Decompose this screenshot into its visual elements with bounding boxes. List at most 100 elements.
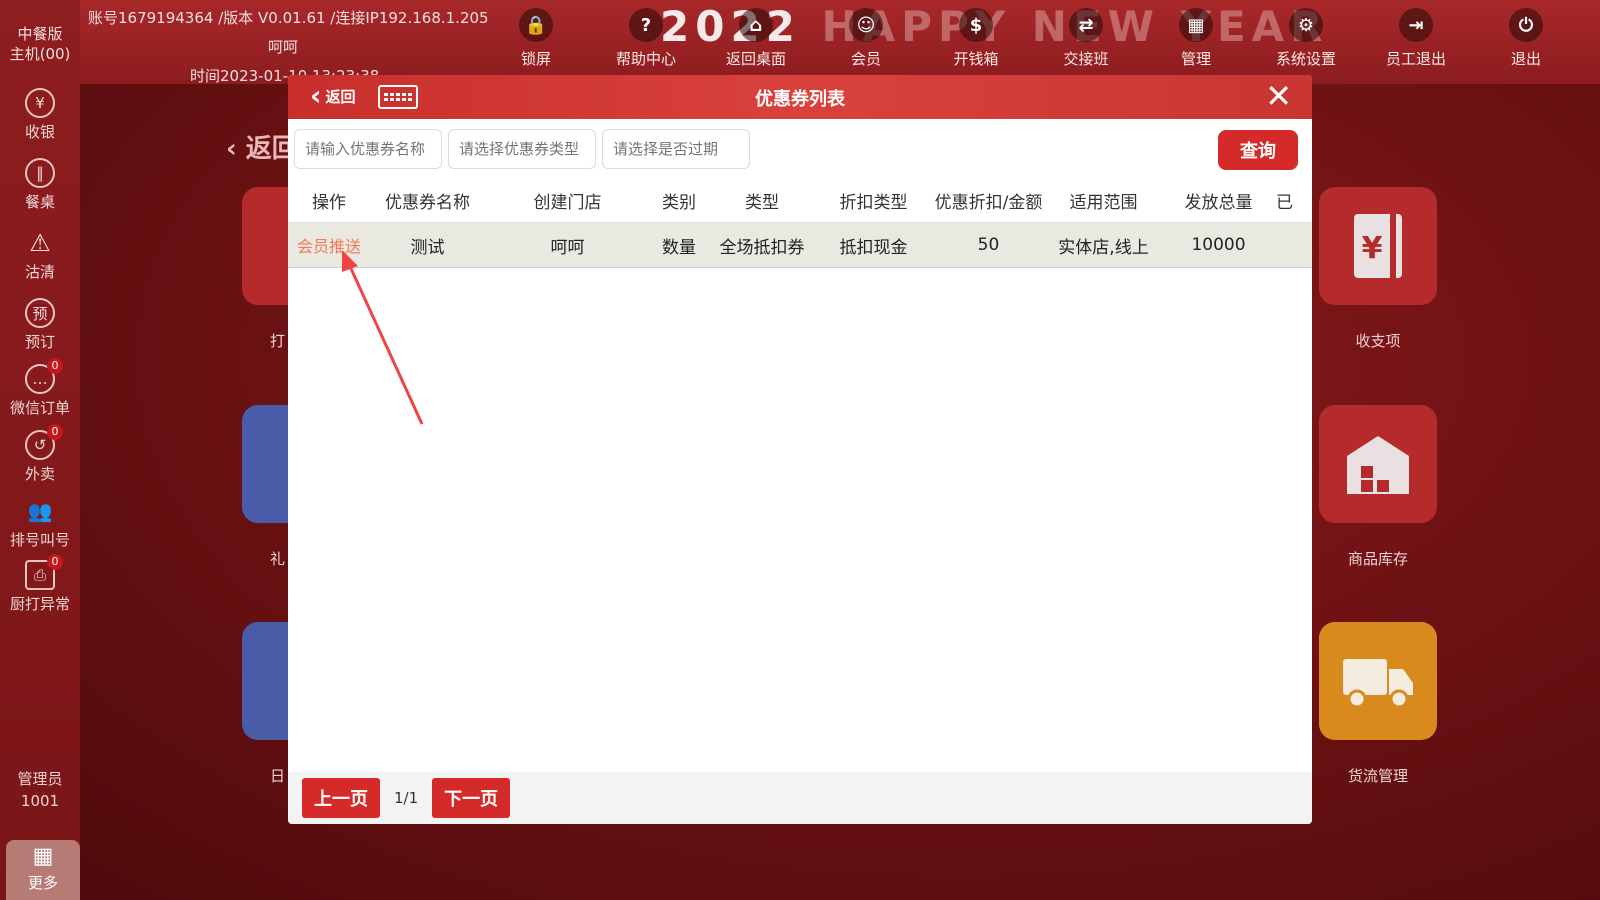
logout-icon: ⇥: [1399, 8, 1433, 42]
column-header: 折扣类型: [816, 179, 931, 224]
member-icon: ☺: [849, 8, 883, 42]
sidebar-item-label: 微信订单: [9, 399, 70, 417]
truck-icon: [1343, 659, 1413, 709]
shift-icon: ⇄: [1069, 8, 1103, 42]
sidebar-item-label: 预订: [24, 333, 55, 351]
nav-desktop[interactable]: ⌂ 返回桌面: [711, 8, 801, 69]
column-header: 类别: [650, 179, 708, 224]
filter-bar: 查询: [288, 119, 1312, 179]
tile-income-expense[interactable]: ¥: [1319, 187, 1437, 305]
coupon-table: 操作 优惠券名称 创建门店 类别 类型 折扣类型 优惠折扣/金额 适用范围 发放…: [288, 179, 1312, 268]
settings-icon: ⚙: [1289, 8, 1323, 42]
nav-label: 员工退出: [1385, 50, 1446, 68]
sidebar-item-label: 收银: [24, 123, 55, 141]
modal-title: 优惠券列表: [755, 89, 845, 110]
nav-label: 帮助中心: [615, 50, 676, 68]
pagination: 上一页 1/1 下一页: [288, 772, 1312, 824]
table-row: 会员推送 测试 呵呵 数量 全场抵扣券 抵扣现金 50 实体店,线上 10000: [288, 223, 1312, 268]
lock-icon: 🔒: [519, 8, 553, 42]
wechat-badge: 0: [47, 358, 63, 374]
store-name: 呵呵: [267, 38, 298, 56]
cell-type: 全场抵扣券: [708, 223, 816, 268]
svg-text:¥: ¥: [1362, 231, 1383, 266]
column-header: 适用范围: [1046, 179, 1161, 224]
ledger-icon: ¥: [1354, 214, 1402, 278]
admin-info: 管理员 1001: [0, 768, 80, 812]
close-icon[interactable]: ✕: [1265, 79, 1292, 113]
sidebar-item-kitchen-error[interactable]: ⎙ 0 厨打异常: [0, 554, 80, 614]
cell-store: 呵呵: [485, 223, 650, 268]
nav-label: 退出: [1510, 50, 1541, 68]
query-button[interactable]: 查询: [1218, 130, 1298, 170]
warning-icon: ⚠: [29, 229, 51, 257]
sidebar-item-wechat-orders[interactable]: … 0 微信订单: [0, 358, 80, 418]
cell-total: 10000: [1161, 223, 1276, 268]
cell-category: 数量: [650, 223, 708, 268]
sidebar-item-label: 沽清: [24, 263, 55, 281]
expired-select[interactable]: [602, 129, 750, 169]
nav-label: 管理: [1180, 50, 1211, 68]
nav-exit[interactable]: ⏻ 退出: [1481, 8, 1571, 69]
column-header: 创建门店: [485, 179, 650, 224]
table-header-row: 操作 优惠券名称 创建门店 类别 类型 折扣类型 优惠折扣/金额 适用范围 发放…: [288, 179, 1312, 224]
nav-cashbox[interactable]: $ 开钱箱: [931, 8, 1021, 69]
column-header: 操作: [288, 179, 370, 224]
sidebar-item-cashier[interactable]: ¥ 收银: [0, 88, 80, 142]
tile-logistics[interactable]: [1319, 622, 1437, 740]
sidebar-item-queue[interactable]: 👥 排号叫号: [0, 496, 80, 550]
sidebar-item-label: 外卖: [24, 465, 55, 483]
queue-icon: 👥: [27, 499, 53, 523]
kitchen-badge: 0: [47, 554, 63, 570]
sidebar-item-label: 排号叫号: [9, 531, 70, 549]
nav-shift[interactable]: ⇄ 交接班: [1041, 8, 1131, 69]
tableware-icon: ‖: [25, 158, 55, 188]
admin-id: 1001: [20, 792, 60, 810]
modal-header: ‹ 返回 优惠券列表 ✕: [288, 75, 1312, 119]
coupon-type-select[interactable]: [448, 129, 596, 169]
account-info: 账号1679194364 /版本 V0.01.61 /连接IP192.168.1…: [88, 9, 489, 27]
sidebar-item-delivery[interactable]: ↺ 0 外卖: [0, 424, 80, 484]
column-header: 优惠折扣/金额: [931, 179, 1046, 224]
nav-staff-logout[interactable]: ⇥ 员工退出: [1371, 8, 1461, 69]
help-icon: ?: [629, 8, 663, 42]
warehouse-icon: [1347, 436, 1409, 494]
column-header: 优惠券名称: [370, 179, 485, 224]
nav-label: 返回桌面: [725, 50, 786, 68]
tile-inventory[interactable]: [1319, 405, 1437, 523]
nav-settings[interactable]: ⚙ 系统设置: [1261, 8, 1351, 69]
nav-label: 交接班: [1063, 50, 1109, 68]
column-header: 发放总量: [1161, 179, 1276, 224]
printer-icon: ⎙ 0: [25, 554, 63, 590]
power-icon: ⏻: [1509, 8, 1543, 42]
nav-member[interactable]: ☺ 会员: [821, 8, 911, 69]
tile-label: 收支项: [1355, 332, 1401, 350]
admin-role: 管理员: [17, 770, 63, 788]
reserve-icon: 预: [25, 298, 55, 328]
next-page-button[interactable]: 下一页: [432, 778, 511, 818]
coupon-list-modal: ‹ 返回 优惠券列表 ✕ 查询 操作 优惠券名称 创建门店 类别 类型 折扣类型: [288, 75, 1312, 824]
delivery-icon: ↺ 0: [25, 424, 63, 460]
sidebar-item-label: 厨打异常: [9, 595, 70, 613]
yen-icon: ¥: [25, 88, 55, 118]
brand-edition: 中餐版: [17, 25, 63, 43]
cell-amount: 50: [931, 223, 1046, 268]
more-button[interactable]: ▦ 更多: [6, 840, 80, 900]
top-bar: 账号1679194364 /版本 V0.01.61 /连接IP192.168.1…: [80, 0, 1600, 85]
cell-discount-type: 抵扣现金: [816, 223, 931, 268]
nav-help[interactable]: ? 帮助中心: [601, 8, 691, 69]
coupon-name-input[interactable]: [294, 129, 442, 169]
cell-coupon-name: 测试: [370, 223, 485, 268]
member-push-link[interactable]: 会员推送: [288, 223, 370, 268]
more-label: 更多: [27, 874, 58, 892]
delivery-badge: 0: [47, 424, 63, 440]
sidebar-item-reserve[interactable]: 预 预订: [0, 298, 80, 352]
nav-manage[interactable]: ▦ 管理: [1151, 8, 1241, 69]
nav-lock[interactable]: 🔒 锁屏: [491, 8, 581, 69]
sidebar-item-label: 餐桌: [24, 193, 55, 211]
column-header: 类型: [708, 179, 816, 224]
sidebar-item-soldout[interactable]: ⚠ 沽清: [0, 228, 80, 282]
prev-page-button[interactable]: 上一页: [302, 778, 380, 818]
nav-label: 会员: [850, 50, 881, 68]
sidebar-item-tables[interactable]: ‖ 餐桌: [0, 158, 80, 212]
tile-label: 商品库存: [1347, 550, 1408, 568]
